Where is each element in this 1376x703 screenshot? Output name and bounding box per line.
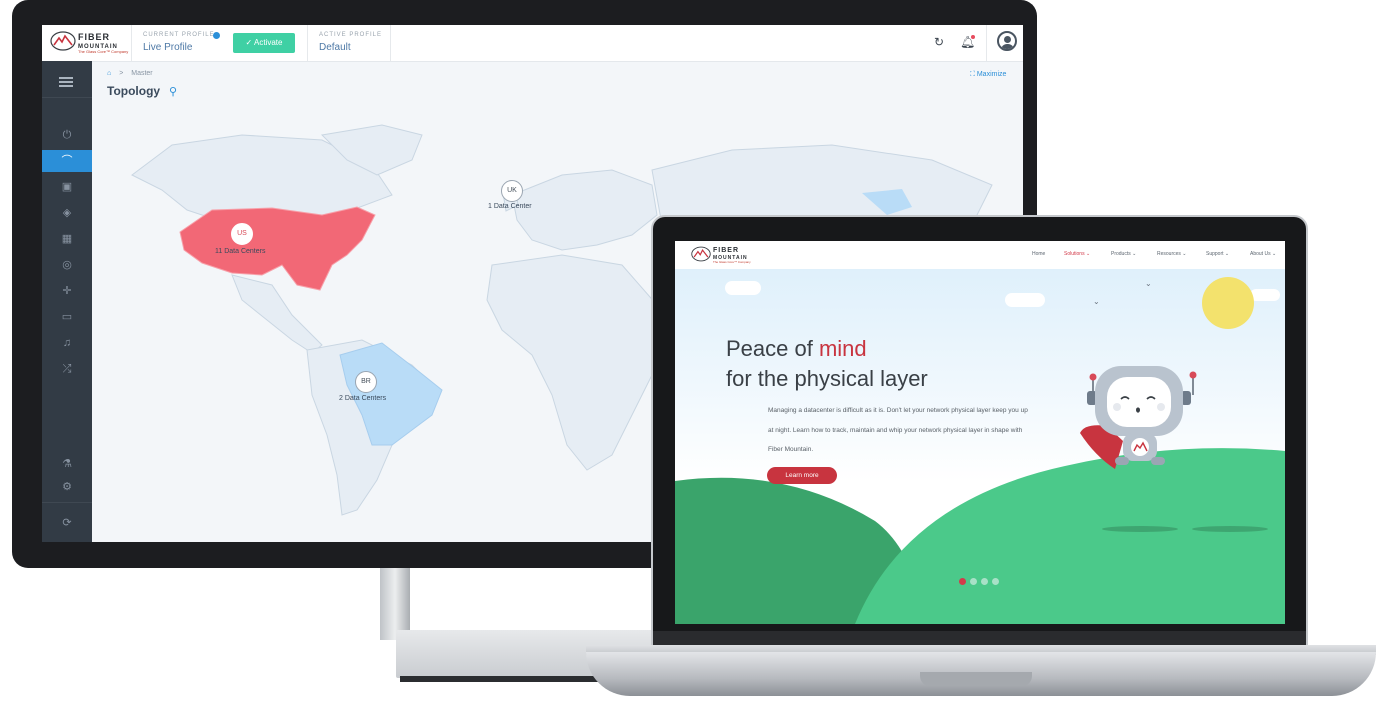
breadcrumb: ⌂ > Master	[107, 70, 153, 77]
hamburger-menu-icon[interactable]	[59, 77, 73, 87]
shadow	[1102, 526, 1178, 532]
sync-icon[interactable]: ⟳	[42, 512, 92, 534]
monitor-stand	[380, 560, 410, 640]
logo-mark-icon	[691, 246, 711, 262]
br-marker[interactable]: BR	[355, 371, 377, 393]
site-logo[interactable]: FIBER MOUNTAIN The Glass Core™ Company	[691, 246, 761, 266]
site-nav: FIBER MOUNTAIN The Glass Core™ Company H…	[675, 241, 1285, 269]
user-avatar[interactable]	[997, 31, 1017, 51]
nav-products[interactable]: Products ⌄	[1111, 251, 1136, 257]
us-marker-count: 11 Data Centers	[215, 248, 266, 255]
layers-icon[interactable]: ◈	[42, 202, 92, 224]
sidebar-divider	[42, 502, 92, 503]
page-title: Topology	[107, 84, 161, 98]
hero-heading-line2: for the physical layer	[726, 366, 928, 391]
power-icon[interactable]: ⏻	[42, 124, 92, 146]
europe	[511, 169, 658, 251]
breadcrumb-separator: >	[119, 70, 124, 77]
briefcase-icon[interactable]: ▣	[42, 176, 92, 198]
logo-wordmark-top: FIBER	[713, 247, 739, 254]
uk-marker[interactable]: UK	[501, 180, 523, 202]
home-icon[interactable]: ⌂	[107, 70, 111, 77]
us-marker[interactable]: US	[231, 223, 253, 245]
hill-light	[855, 448, 1285, 624]
logo-wordmark-top: FIBER	[78, 32, 110, 42]
laptop-notch	[920, 672, 1032, 686]
divider	[131, 25, 132, 61]
compass-icon[interactable]: ◎	[42, 254, 92, 276]
sidebar-nav: ⏻ ⌒ ▣ ◈ ▦ ◎ ✛ ▭ ♫ ⤮ ⚗ ⚙ ⟳	[42, 61, 92, 542]
bird-icon: ⌄	[1145, 279, 1152, 288]
nav-resources[interactable]: Resources ⌄	[1157, 251, 1186, 257]
nav-support[interactable]: Support ⌄	[1206, 251, 1229, 257]
nav-home[interactable]: Home	[1032, 251, 1045, 257]
refresh-icon[interactable]: ↻	[932, 35, 946, 49]
website: FIBER MOUNTAIN The Glass Core™ Company H…	[675, 241, 1285, 624]
cloud	[725, 281, 761, 295]
info-icon[interactable]	[213, 32, 220, 39]
bell-icon[interactable]: ♫	[42, 332, 92, 354]
carousel-dot-2[interactable]	[970, 578, 977, 585]
nav-solutions[interactable]: Solutions ⌄	[1064, 251, 1090, 257]
settings-icon[interactable]: ⚙	[42, 476, 92, 498]
africa	[486, 254, 663, 471]
uk-marker-count: 1 Data Center	[488, 203, 532, 210]
current-profile-label: CURRENT PROFILE	[143, 32, 215, 38]
maximize-button[interactable]: ⛶ Maximize	[970, 71, 1006, 79]
cloud	[1005, 293, 1045, 307]
sun	[1202, 277, 1254, 329]
nav-about-us[interactable]: About Us ⌄	[1250, 251, 1276, 257]
topology-icon[interactable]: ⌒	[42, 150, 92, 172]
br-marker-count: 2 Data Centers	[339, 395, 387, 402]
divider	[307, 25, 308, 61]
cloud	[1250, 289, 1280, 301]
shuffle-icon[interactable]: ⤮	[42, 358, 92, 380]
breadcrumb-current[interactable]: Master	[131, 70, 152, 77]
top-bar: FIBER MOUNTAIN The Glass Core™ Company C…	[42, 25, 1023, 62]
sidebar-divider	[42, 97, 92, 98]
current-profile-value[interactable]: Live Profile	[143, 42, 192, 53]
rack-icon[interactable]: ▦	[42, 228, 92, 250]
usa-highlight[interactable]	[179, 206, 376, 291]
notification-badge	[971, 35, 975, 39]
active-profile-label: ACTIVE PROFILE	[319, 32, 383, 38]
move-icon[interactable]: ✛	[42, 280, 92, 302]
robot-mascot	[1080, 366, 1197, 469]
divider	[986, 25, 987, 61]
active-profile-value: Default	[319, 42, 351, 53]
hero-paragraph: Managing a datacenter is difficult as it…	[768, 407, 1028, 453]
logo-tagline: The Glass Core™ Company	[78, 49, 129, 54]
carousel-dot-4[interactable]	[992, 578, 999, 585]
logo-tagline: The Glass Core™ Company	[713, 260, 751, 264]
hero-heading-part1: Peace of	[726, 336, 819, 361]
fiber-mountain-logo[interactable]: FIBER MOUNTAIN The Glass Core™ Company	[50, 31, 130, 55]
hero-heading-accent: mind	[818, 336, 867, 361]
logo-mark-icon	[50, 31, 76, 51]
monitor-icon[interactable]: ▭	[42, 306, 92, 328]
divider	[390, 25, 391, 61]
flask-icon[interactable]: ⚗	[42, 453, 92, 475]
hero-heading: Peace of mind for the physical layer	[726, 334, 928, 394]
activate-button[interactable]: ✓ Activate	[233, 33, 295, 53]
carousel-dot-1[interactable]	[959, 578, 966, 585]
learn-more-button[interactable]: Learn more	[767, 467, 837, 484]
search-icon[interactable]: ⚲	[169, 85, 177, 98]
bird-icon: ⌄	[1093, 297, 1100, 306]
shadow	[1192, 526, 1268, 532]
carousel-dot-3[interactable]	[981, 578, 988, 585]
